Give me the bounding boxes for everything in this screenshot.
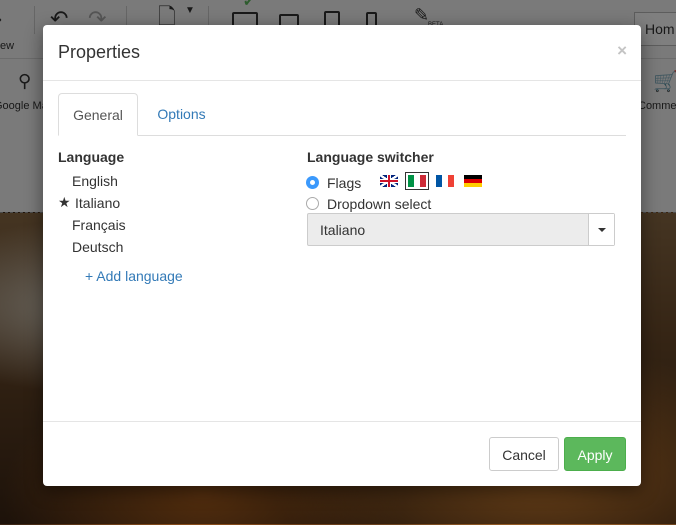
tab-options[interactable]: Options <box>138 93 225 135</box>
italy-flag-icon[interactable] <box>408 175 426 187</box>
cancel-button[interactable]: Cancel <box>489 437 559 471</box>
language-item-francais[interactable]: Français <box>72 217 126 233</box>
language-item-italiano[interactable]: Italiano <box>75 195 120 211</box>
radio-flags[interactable] <box>306 176 319 189</box>
star-icon: ★ <box>58 194 71 210</box>
apply-button[interactable]: Apply <box>564 437 626 471</box>
language-dropdown-value: Italiano <box>320 222 366 238</box>
caret-down-icon <box>598 228 606 232</box>
radio-flags-label[interactable]: Flags <box>327 175 361 191</box>
language-switcher-heading: Language switcher <box>307 149 434 165</box>
language-item-english[interactable]: English <box>72 173 118 189</box>
tab-general[interactable]: General <box>58 93 138 136</box>
radio-dropdown-label[interactable]: Dropdown select <box>327 196 431 212</box>
dialog-tabs: General Options <box>58 93 626 136</box>
dialog-header: Properties × <box>43 25 641 81</box>
dialog-title: Properties <box>58 42 141 62</box>
uk-flag-icon[interactable] <box>380 175 398 187</box>
language-item-deutsch[interactable]: Deutsch <box>72 239 123 255</box>
language-dropdown[interactable]: Italiano <box>307 213 615 246</box>
radio-dot <box>310 180 315 185</box>
france-flag-icon[interactable] <box>436 175 454 187</box>
add-language-link[interactable]: + Add language <box>85 268 183 284</box>
dialog-footer: Cancel Apply <box>43 421 641 487</box>
language-heading: Language <box>58 149 125 165</box>
dropdown-toggle[interactable] <box>588 214 614 245</box>
radio-dropdown-select[interactable] <box>306 197 319 210</box>
properties-dialog: Properties × General Options Language En… <box>43 25 641 486</box>
germany-flag-icon[interactable] <box>464 175 482 187</box>
close-icon[interactable]: × <box>617 41 627 61</box>
